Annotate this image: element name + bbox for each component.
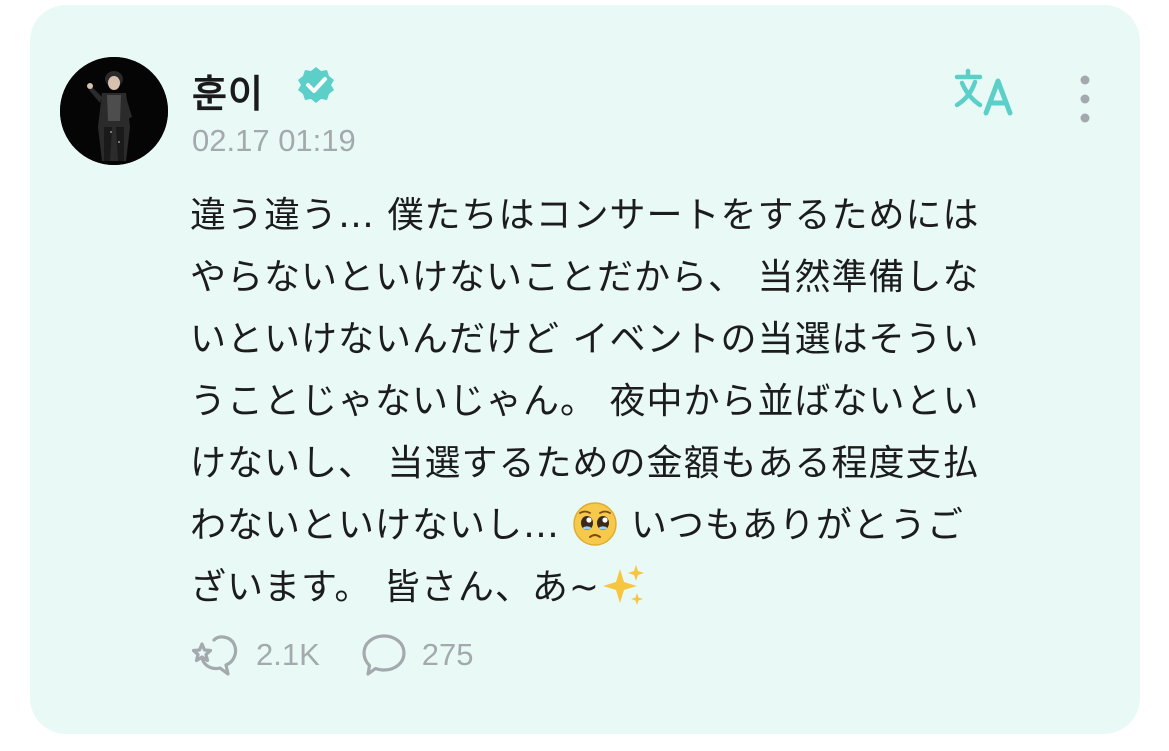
post-actions: 2.1K 275 (192, 631, 514, 679)
verified-badge-icon (298, 67, 334, 103)
post-card: 훈이 02.17 01:19 違う違う… 僕たちはコンサートをするためには やら… (30, 5, 1140, 734)
like-icon (192, 635, 238, 676)
sparkles-icon (603, 565, 645, 605)
comment-button[interactable]: 275 (360, 632, 474, 678)
avatar[interactable] (60, 57, 168, 165)
comment-icon (362, 634, 406, 676)
author-name[interactable]: 훈이 (192, 63, 264, 118)
post-timestamp: 02.17 01:19 (192, 123, 356, 158)
like-button[interactable]: 2.1K (192, 632, 320, 678)
post-text-part-1: 違う違う… 僕たちはコンサートをするためには やらないといけないことだから、 当… (190, 195, 980, 546)
post-body: 違う違う… 僕たちはコンサートをするためには やらないといけないことだから、 当… (190, 185, 1120, 619)
pleading-face-icon (573, 502, 618, 546)
more-vertical-icon[interactable] (1070, 73, 1100, 125)
like-count: 2.1K (256, 637, 320, 672)
translate-icon[interactable] (954, 67, 1018, 117)
comment-count: 275 (421, 637, 474, 672)
